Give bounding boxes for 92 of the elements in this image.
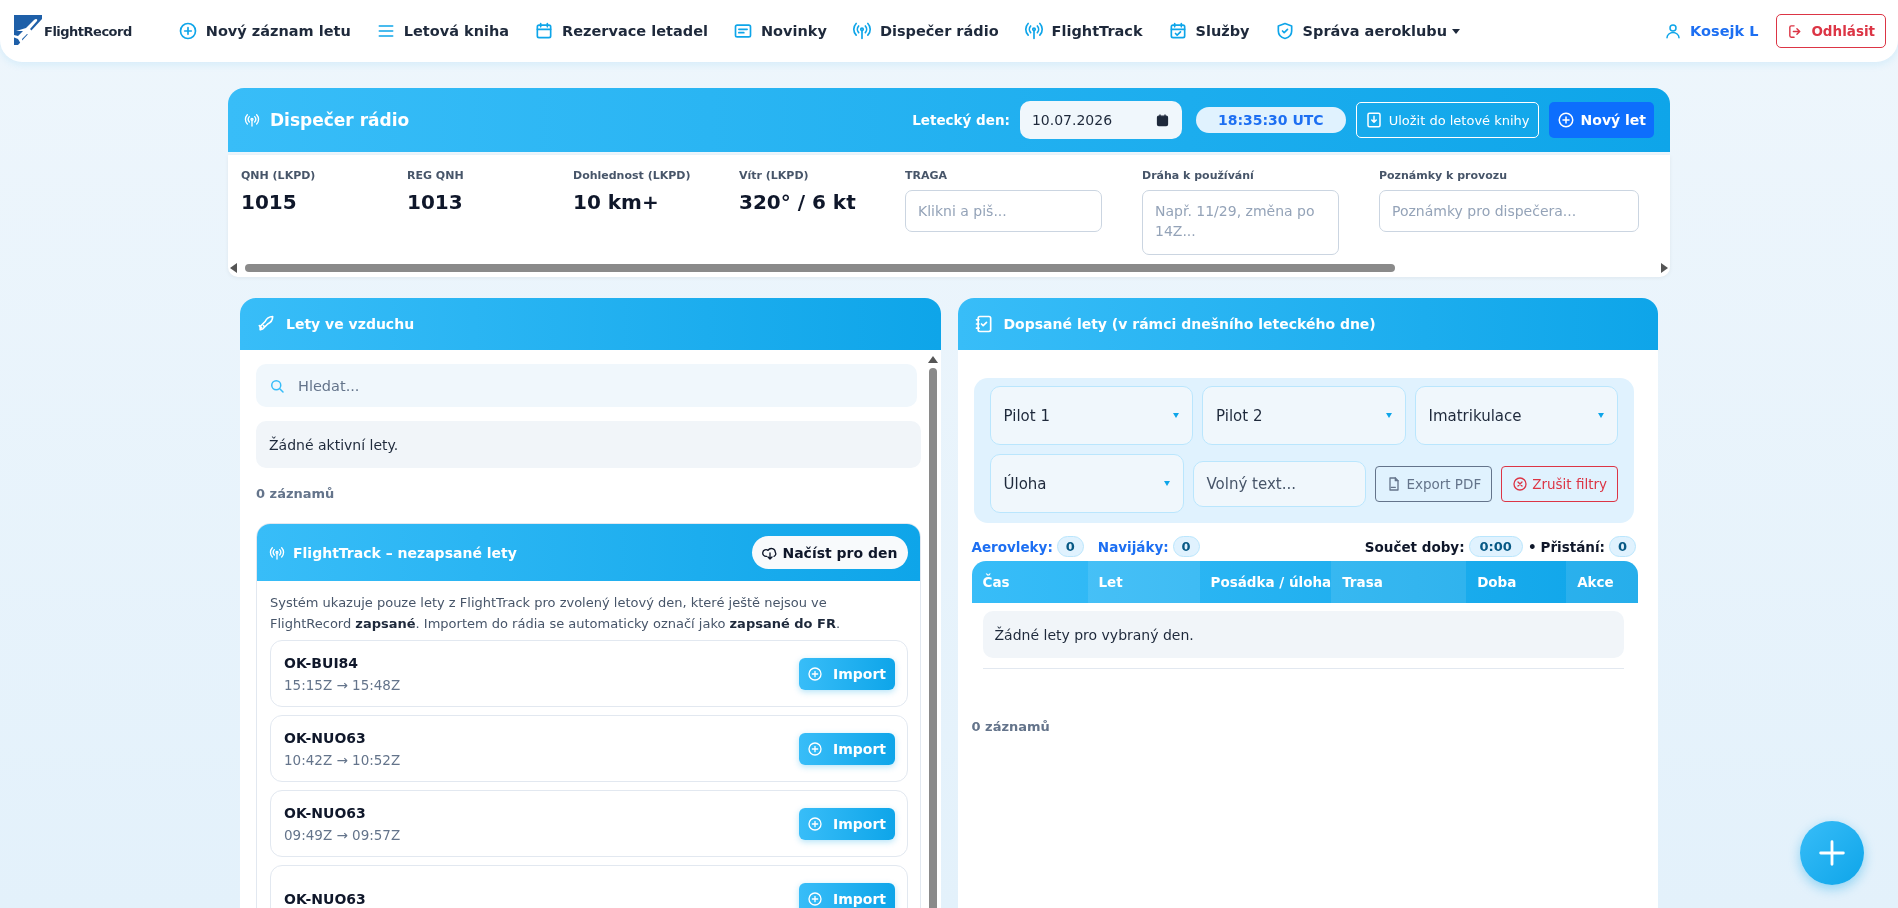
- empty-message: Žádné lety pro vybraný den.: [982, 611, 1624, 658]
- plus-circle-icon: [177, 21, 198, 41]
- day-label: Letecký den:: [912, 112, 1010, 128]
- registration: OK-NUO63: [284, 804, 367, 821]
- select-field[interactable]: Imatrikulace: [1414, 386, 1618, 445]
- count-badge: 0: [1608, 536, 1636, 557]
- plus-circle-icon: [806, 815, 823, 832]
- caret-icon: [1452, 28, 1460, 34]
- registration: OK-BUI84: [284, 654, 360, 671]
- input-field[interactable]: Volný text...: [1192, 460, 1367, 507]
- scroll-up-icon[interactable]: [927, 356, 938, 364]
- empty-message: Žádné aktivní lety.: [256, 421, 921, 468]
- metric-label: Dohlednost (LKPD): [573, 169, 692, 182]
- metric-label: Dráha k používání: [1142, 169, 1255, 182]
- select-field[interactable]: Pilot 2: [1202, 386, 1406, 445]
- column-header: Doba: [1476, 573, 1518, 592]
- metric-label: QNH (LKPD): [241, 169, 317, 182]
- date-field[interactable]: 10.07.2026: [1019, 101, 1182, 139]
- count-badge: 0: [1172, 536, 1200, 557]
- select-field[interactable]: Pilot 1: [989, 386, 1193, 445]
- vertical-scrollbar[interactable]: [927, 356, 938, 908]
- page-title: Dispečer rádio: [270, 110, 410, 130]
- record-count: 0 záznamů: [971, 719, 1051, 734]
- stat-label: Aerovleky:: [971, 538, 1053, 555]
- plus-circle-icon: [1556, 111, 1575, 129]
- user-icon: [1664, 22, 1683, 40]
- export-button[interactable]: Export PDF: [1375, 465, 1493, 502]
- registration: OK-NUO63: [284, 890, 366, 907]
- metric-label: Vítr (LKPD): [739, 169, 810, 182]
- card-title: FlightTrack – nezapsané lety: [293, 544, 517, 561]
- select-field[interactable]: Úloha: [989, 454, 1184, 513]
- clear-filters-button[interactable]: Zrušit filtry: [1501, 465, 1618, 502]
- plus-circle-icon: [806, 890, 823, 907]
- metric-value: 1013: [407, 190, 464, 214]
- nav-link[interactable]: FlightTrack: [1023, 21, 1143, 41]
- separator-dot: •: [1527, 538, 1537, 555]
- user-link[interactable]: Kosejk L: [1658, 21, 1765, 41]
- horizontal-scrollbar[interactable]: [228, 262, 1670, 274]
- scroll-right-icon[interactable]: [1660, 263, 1668, 273]
- add-button[interactable]: [1800, 821, 1864, 885]
- checklist-icon: [973, 314, 994, 334]
- logout-button[interactable]: Odhlásit: [1776, 14, 1886, 48]
- plus-circle-icon: [806, 665, 823, 682]
- nav-link[interactable]: Nový záznam letu: [177, 21, 351, 41]
- nav-link[interactable]: Rezervace letadel: [534, 21, 708, 41]
- column-header: Akce: [1566, 561, 1638, 603]
- download-icon: [1364, 111, 1383, 129]
- stat-label: Navijáky:: [1097, 538, 1169, 555]
- metric-label: REG QNH: [407, 169, 465, 182]
- column-header: Trasa: [1331, 561, 1467, 603]
- calendar-icon: [534, 21, 555, 41]
- nav-link[interactable]: Letová kniha: [375, 21, 510, 41]
- utc-clock: 18:35:30 UTC: [1195, 107, 1346, 133]
- stat-label: Přistání:: [1540, 538, 1605, 555]
- record-count: 0 záznamů: [256, 486, 336, 501]
- panel-title: Lety ve vzduchu: [286, 316, 415, 332]
- load-button[interactable]: Načíst pro den: [752, 536, 908, 569]
- antenna-icon: [1023, 21, 1044, 41]
- column-header: Posádka / úloha: [1209, 573, 1332, 592]
- newspaper-icon: [732, 21, 753, 41]
- stat-label: Součet doby:: [1364, 538, 1465, 555]
- nav-link[interactable]: Dispečer rádio: [851, 21, 999, 41]
- antenna-icon: [244, 112, 260, 128]
- info-text: Systém ukazuje pouze lety z FlightTrack pro zvolený letový den, které ještě nejsou ve FlightRecord zapsané. Importem do rádia se automaticky označí jako zapsané do FR.: [269, 594, 842, 633]
- count-badge: 0: [1056, 536, 1084, 557]
- metric-label: Poznámky k provozu: [1379, 169, 1508, 182]
- flight-times: 15:15Z → 15:48Z: [284, 676, 401, 693]
- count-badge: 0:00: [1468, 536, 1523, 557]
- scroll-left-icon[interactable]: [230, 263, 238, 273]
- registration: OK-NUO63: [284, 729, 367, 746]
- antenna-icon: [851, 21, 872, 41]
- nav-link[interactable]: Novinky: [732, 21, 827, 41]
- column-header: Let: [1087, 561, 1200, 603]
- antenna-icon: [269, 544, 285, 561]
- metric-value: 10 km+: [573, 190, 660, 214]
- plane-logo-icon: [12, 15, 42, 47]
- flight-times: 10:42Z → 10:52Z: [284, 751, 401, 768]
- metric-value: 1015: [241, 190, 298, 214]
- nav-link[interactable]: Služby: [1167, 21, 1250, 41]
- metric-label: TRAGA: [905, 169, 949, 182]
- search-field[interactable]: Hledat...: [256, 364, 917, 407]
- rocket-icon: [256, 314, 276, 334]
- new-flight-button[interactable]: Nový let: [1548, 102, 1654, 138]
- metric-value: 320° / 6 kt: [739, 190, 857, 214]
- plus-circle-icon: [806, 740, 823, 757]
- brand-name: FlightRecord: [44, 23, 132, 39]
- close-circle-icon: [1512, 475, 1529, 492]
- nav-link[interactable]: Správa aeroklubu: [1274, 21, 1460, 41]
- panel-title: Dopsané lety (v rámci dnešního leteckého dne): [1003, 316, 1376, 332]
- flight-times: 09:49Z → 09:57Z: [284, 826, 401, 843]
- column-header: Čas: [981, 572, 1011, 592]
- calendar-icon: [1154, 112, 1170, 128]
